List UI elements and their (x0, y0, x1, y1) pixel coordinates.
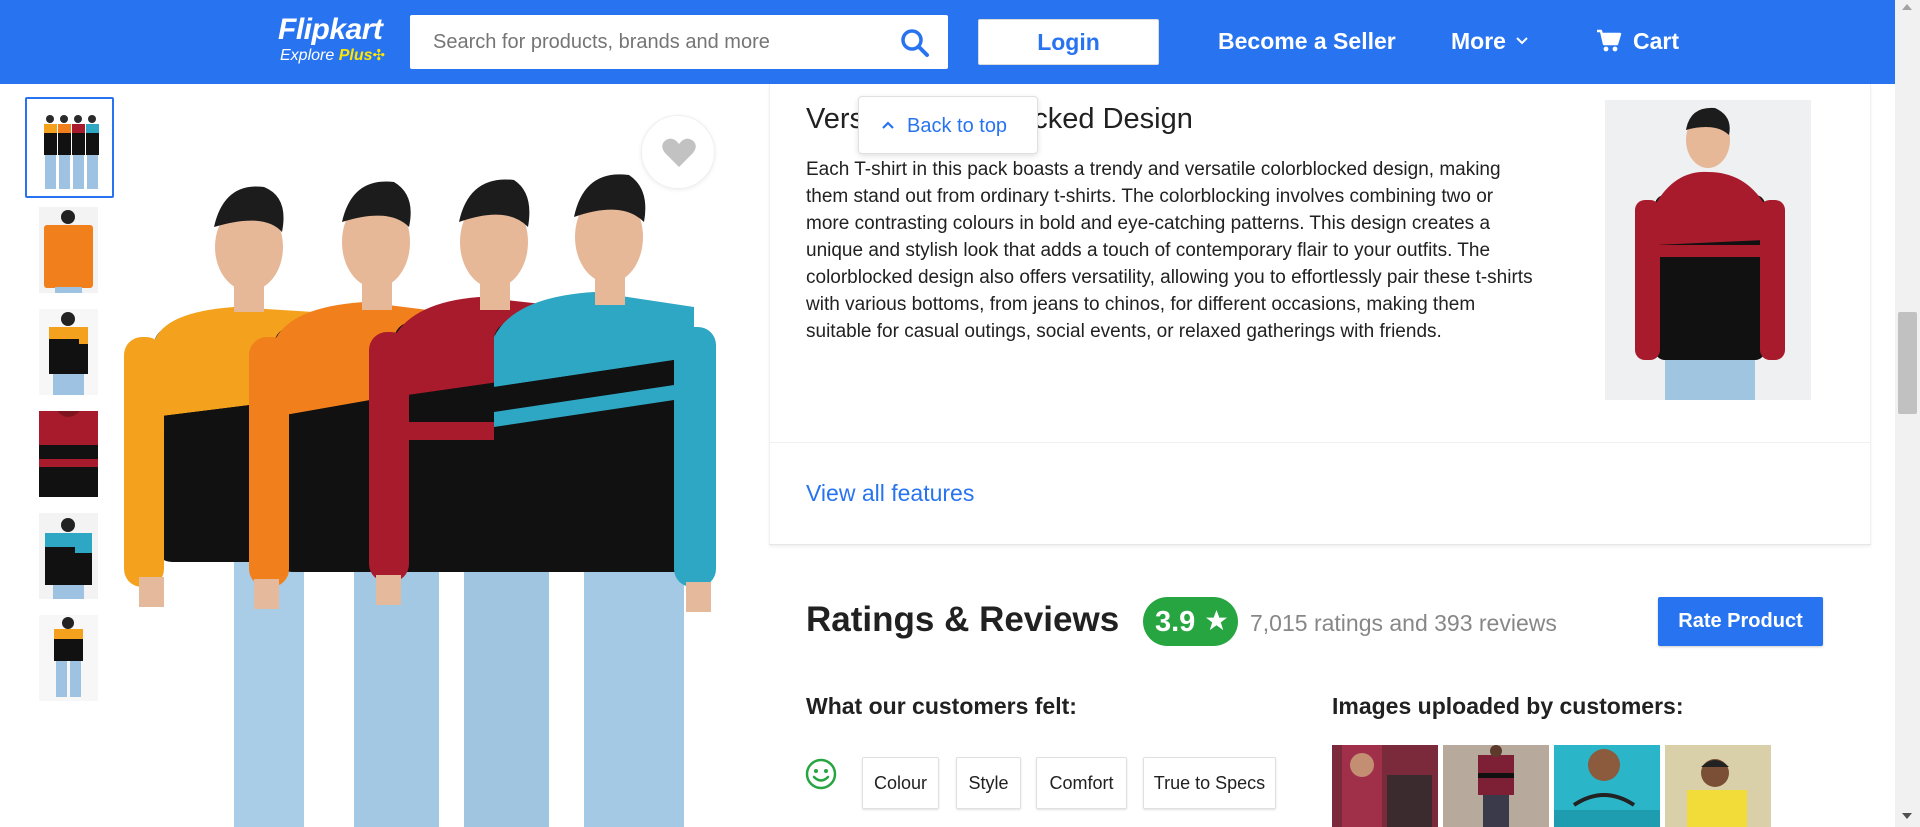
chevron-down-icon[interactable] (1515, 34, 1529, 48)
feature-description: Each T-shirt in this pack boasts a trend… (806, 159, 1533, 342)
thumbnail-1[interactable] (25, 97, 114, 198)
logo-subtext: Explore Plus✣ (280, 46, 385, 66)
scroll-up-arrow-icon[interactable] (1902, 4, 1912, 10)
search-icon[interactable] (900, 28, 930, 58)
ratings-reviews-title: Ratings & Reviews (806, 600, 1120, 639)
smiley-icon (805, 758, 837, 790)
thumbnail-5[interactable] (25, 505, 114, 606)
more-menu[interactable]: More (1451, 28, 1506, 55)
cart-icon[interactable] (1596, 29, 1622, 53)
search-input[interactable] (410, 15, 880, 69)
thumbnail-3[interactable] (25, 301, 114, 402)
thumbnail-6[interactable] (25, 607, 114, 708)
logo-plus: Plus (338, 47, 373, 64)
back-to-top-label: Back to top (907, 115, 1008, 137)
flipkart-logo[interactable]: Flipkart Explore Plus✣ (278, 14, 385, 66)
customer-image-2[interactable] (1443, 745, 1549, 827)
main-product-image[interactable] (114, 97, 746, 827)
thumbnail-2[interactable] (25, 199, 114, 300)
customers-felt-title: What our customers felt: (806, 693, 1077, 719)
chip-style[interactable]: Style (956, 757, 1021, 809)
customer-image-4[interactable] (1665, 745, 1771, 827)
logo-explore: Explore (280, 47, 335, 64)
logo-text: Flipkart (278, 13, 383, 46)
thumbnail-4[interactable] (25, 403, 114, 504)
heart-icon (662, 138, 696, 167)
chip-comfort[interactable]: Comfort (1036, 757, 1127, 809)
top-navbar: Flipkart Explore Plus✣ Login Become a Se… (0, 0, 1895, 84)
rate-product-button[interactable]: Rate Product (1658, 597, 1823, 646)
star-icon (1205, 609, 1228, 631)
feature-divider (770, 442, 1870, 443)
customer-image-3[interactable] (1554, 745, 1660, 827)
rating-badge: 3.9 (1143, 597, 1238, 646)
scroll-down-arrow-icon[interactable] (1902, 813, 1912, 819)
page-scrollbar[interactable] (1895, 0, 1920, 827)
cart-link[interactable]: Cart (1633, 28, 1679, 55)
wishlist-button[interactable] (641, 115, 715, 189)
back-to-top-button[interactable]: Back to top (858, 96, 1038, 154)
plus-icon: ✣ (372, 47, 386, 64)
search-bar (410, 15, 948, 69)
rating-count: 7,015 ratings and 393 reviews (1250, 610, 1557, 636)
chevron-up-icon (882, 121, 894, 129)
become-seller-link[interactable]: Become a Seller (1218, 28, 1396, 55)
feature-image (1605, 100, 1811, 400)
customer-image-1[interactable] (1332, 745, 1438, 827)
chip-colour[interactable]: Colour (862, 757, 939, 809)
rating-value: 3.9 (1155, 606, 1196, 638)
login-button[interactable]: Login (978, 19, 1159, 65)
view-all-features-link[interactable]: View all features (806, 480, 974, 507)
scroll-thumb[interactable] (1898, 312, 1917, 414)
customer-images-title: Images uploaded by customers: (1332, 693, 1684, 719)
chip-true-to-specs[interactable]: True to Specs (1143, 757, 1276, 809)
